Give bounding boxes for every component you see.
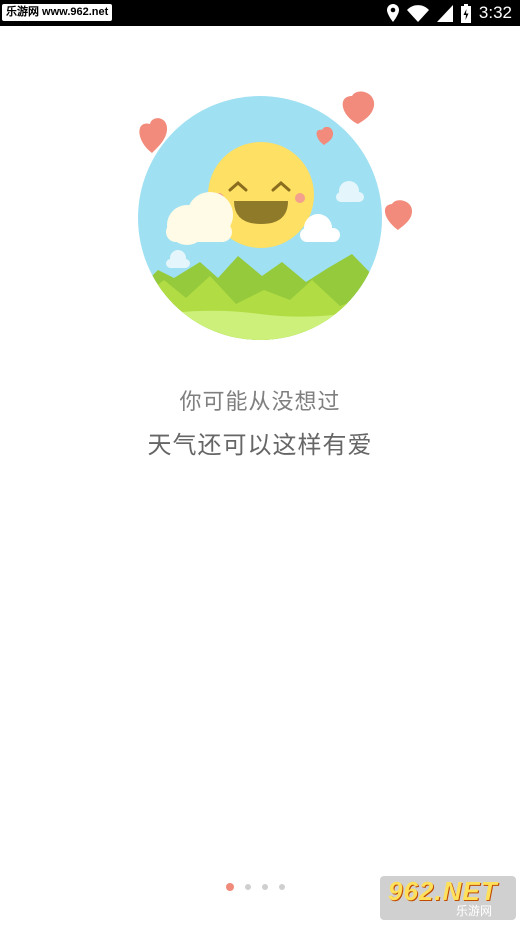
page-dot[interactable]: [279, 884, 285, 890]
onboarding-title: 你可能从没想过: [179, 390, 341, 415]
page-dot[interactable]: [245, 884, 251, 890]
page-dot[interactable]: [262, 884, 268, 890]
watermark-site-name: 乐游网: [456, 904, 493, 918]
page-indicator: [226, 883, 285, 891]
hero-illustration: [138, 91, 412, 340]
watermark-bottom: 962.NET 乐游网: [380, 876, 516, 920]
page-dot-active[interactable]: [226, 883, 234, 891]
onboarding-subtitle: 天气还可以这样有爱: [147, 431, 373, 459]
